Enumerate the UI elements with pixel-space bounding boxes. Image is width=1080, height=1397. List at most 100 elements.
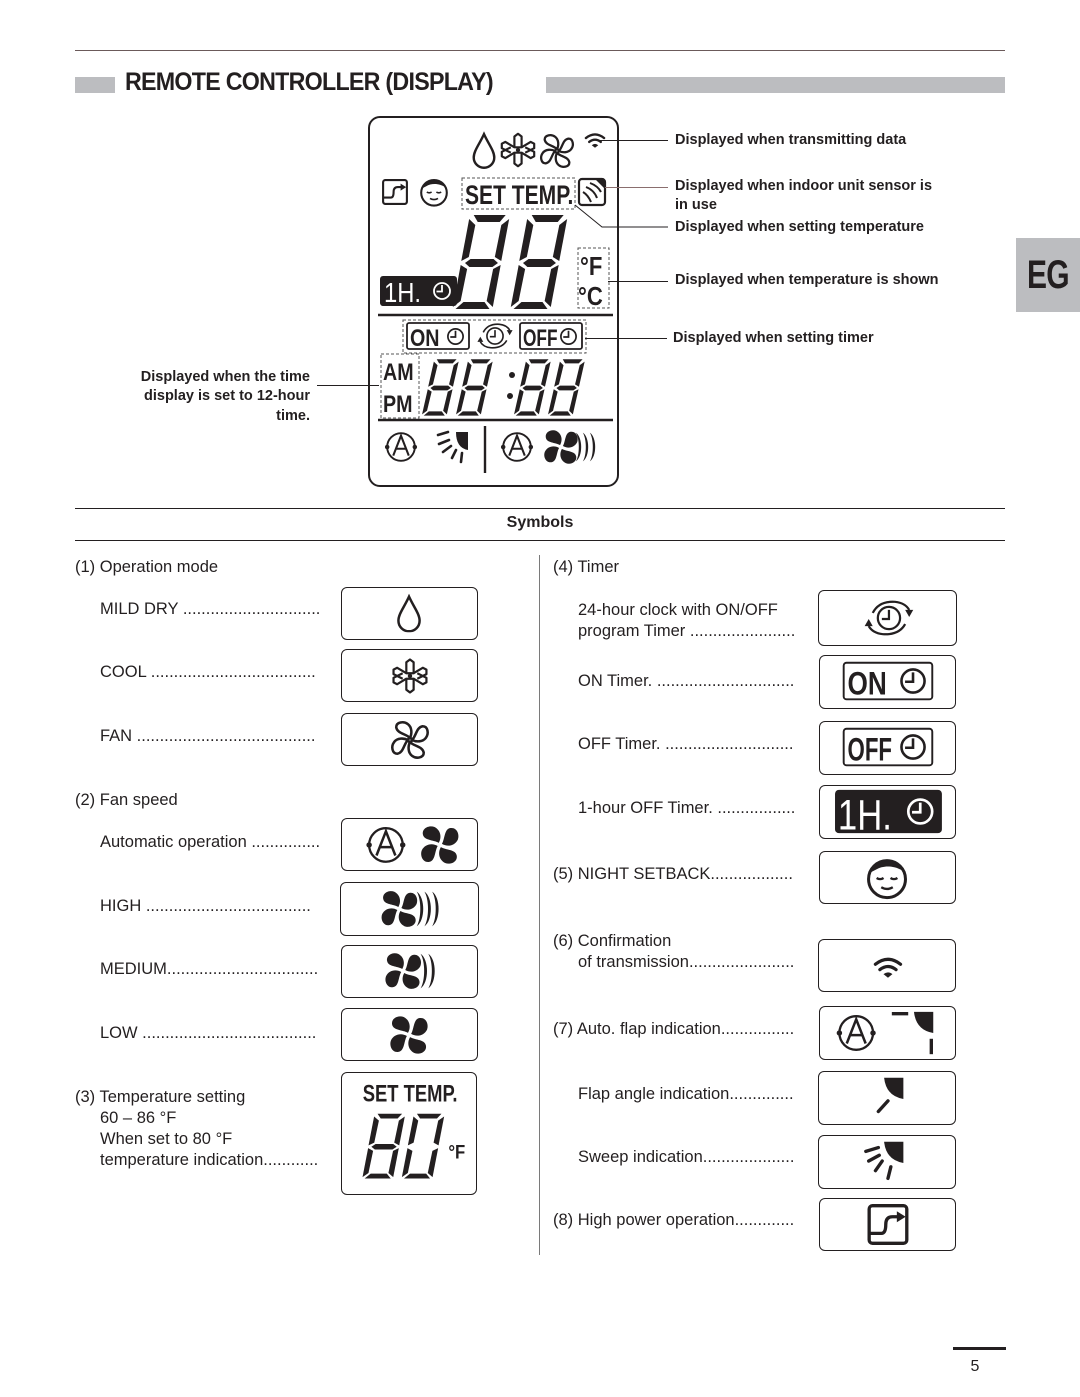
medium-label: MEDIUM.................................	[100, 960, 319, 978]
fan-symbol	[341, 713, 478, 766]
drop-icon	[472, 132, 496, 170]
transmission-symbol	[818, 939, 956, 992]
temperature-indication-label: temperature indication............	[100, 1151, 319, 1169]
callout-line-12-hour	[317, 385, 379, 386]
flap-angle-line	[876, 1099, 890, 1114]
fan-icon	[540, 134, 574, 168]
flap-icon	[884, 1077, 904, 1099]
auto-fan-symbol	[341, 818, 478, 871]
on-text: ON	[848, 666, 887, 702]
big-temperature-digits	[452, 215, 568, 309]
title-bar-left-decoration	[75, 77, 115, 93]
cycle-timer-symbol	[818, 590, 957, 646]
timer-heading: (4) Timer	[553, 558, 619, 576]
column-divider	[539, 555, 540, 1255]
transmission-icon	[584, 133, 606, 150]
fan-speed-heading: (2) Fan speed	[75, 791, 178, 809]
callout-setting-temp: Displayed when setting temperature	[675, 219, 924, 235]
sweep-label: Sweep indication....................	[578, 1148, 795, 1166]
callout-sensor-line1: Displayed when indoor unit sensor is	[675, 178, 933, 194]
confirmation-label-line2: of transmission.......................	[578, 953, 795, 971]
auto-flap-mode-icon	[383, 432, 419, 462]
clock-icon	[900, 734, 926, 760]
auto-icon	[365, 826, 407, 864]
one-hour-timer-label: 1-hour OFF Timer. .................	[578, 799, 796, 817]
callout-line-timer	[585, 338, 667, 339]
temperature-example: When set to 80 °F	[100, 1130, 233, 1148]
callout-12-hour-line1: Displayed when the time	[140, 369, 310, 385]
flap-angle-symbol	[818, 1071, 956, 1125]
title-bar-right-decoration	[546, 77, 1005, 93]
page-number-rule	[953, 1347, 1006, 1350]
on-timer-symbol: ON	[819, 655, 956, 709]
lcd-display-diagram: SET TEMP. °F °C 1H. ON OFF AM PM	[368, 116, 619, 487]
off-text: OFF	[848, 731, 893, 767]
deg-f-label: °F	[580, 252, 602, 281]
auto-icon	[835, 1014, 878, 1052]
deg-c-label: °C	[578, 282, 603, 311]
snowflake-icon	[500, 132, 536, 168]
svg-text:ON: ON	[410, 324, 440, 351]
symbols-top-rule	[75, 508, 1005, 509]
confirmation-label-line1: (6) Confirmation	[553, 932, 672, 950]
svg-text:OFF: OFF	[523, 325, 558, 351]
fan-filled-icon	[421, 826, 459, 864]
am-label: AM	[383, 358, 414, 385]
callout-transmitting: Displayed when transmitting data	[675, 132, 907, 148]
sweep-flap-icon	[436, 430, 468, 464]
temp-digits-80	[362, 1113, 445, 1179]
cycle-clock-icon	[863, 600, 915, 636]
page-title: REMOTE CONTROLLER (DISPLAY)	[125, 68, 494, 96]
callout-temp-shown: Displayed when temperature is shown	[675, 272, 939, 288]
mild-dry-symbol	[341, 587, 478, 640]
clock-digits	[422, 359, 585, 416]
set-temp-title: SET TEMP.	[363, 1081, 458, 1107]
fan-high-symbol	[340, 882, 479, 936]
night-setback-label: (5) NIGHT SETBACK..................	[553, 865, 793, 883]
flap-icon	[884, 1141, 904, 1163]
fan-label: FAN ....................................…	[100, 727, 316, 745]
callout-line-set-temp	[574, 204, 668, 228]
fan-speed-icon	[544, 430, 596, 464]
high-power-icon	[382, 179, 408, 205]
cycle-timer-label-line2: program Timer .......................	[578, 622, 796, 640]
callout-12-hour-line3: time.	[276, 408, 310, 424]
off-timer-symbol: OFF	[819, 721, 956, 775]
high-power-icon	[867, 1203, 909, 1246]
cycle-clock-icon	[476, 323, 514, 349]
one-hour-timer-symbol: 1H.	[819, 785, 956, 839]
auto-fan-mode-icon	[499, 432, 535, 462]
set-temp-label: SET TEMP.	[465, 181, 573, 211]
sweep-symbol	[818, 1135, 956, 1189]
temperature-heading: (3) Temperature setting	[75, 1088, 246, 1106]
night-face-icon	[867, 859, 907, 900]
high-power-symbol	[819, 1198, 956, 1251]
operation-mode-heading: (1) Operation mode	[75, 558, 219, 576]
one-hour-timer-badge: 1H.	[380, 276, 457, 308]
callout-sensor-line2: in use	[675, 197, 717, 213]
mild-dry-label: MILD DRY ..............................	[100, 600, 321, 618]
night-setback-symbol	[819, 851, 956, 904]
on-timer-label: ON Timer. ..............................	[578, 672, 795, 690]
one-hour-text: 1H.	[838, 792, 892, 838]
flap-icon	[913, 1011, 934, 1033]
svg-text:1H.: 1H.	[384, 276, 421, 308]
pm-label: PM	[383, 390, 413, 417]
flap-angle-label: Flap angle indication..............	[578, 1085, 794, 1103]
high-power-label: (8) High power operation.............	[553, 1211, 795, 1229]
language-side-tab: EG	[1016, 238, 1080, 312]
callout-12-hour-line2: display is set to 12-hour	[144, 388, 310, 404]
transmission-icon	[873, 957, 903, 980]
clock-icon	[900, 668, 926, 694]
callout-line-transmitting	[600, 140, 668, 141]
cycle-timer-label-line1: 24-hour clock with ON/OFF	[578, 601, 778, 619]
fan-medium-symbol	[341, 945, 478, 998]
high-label: HIGH ...................................…	[100, 897, 311, 915]
auto-flap-label: (7) Auto. flap indication...............…	[553, 1020, 795, 1038]
temperature-range: 60 – 86 °F	[100, 1109, 177, 1127]
low-label: LOW ....................................…	[100, 1024, 317, 1042]
top-rule	[75, 50, 1005, 51]
page-number: 5	[970, 1358, 980, 1375]
cool-symbol	[341, 649, 478, 702]
temp-unit-label: °F	[448, 1140, 465, 1163]
